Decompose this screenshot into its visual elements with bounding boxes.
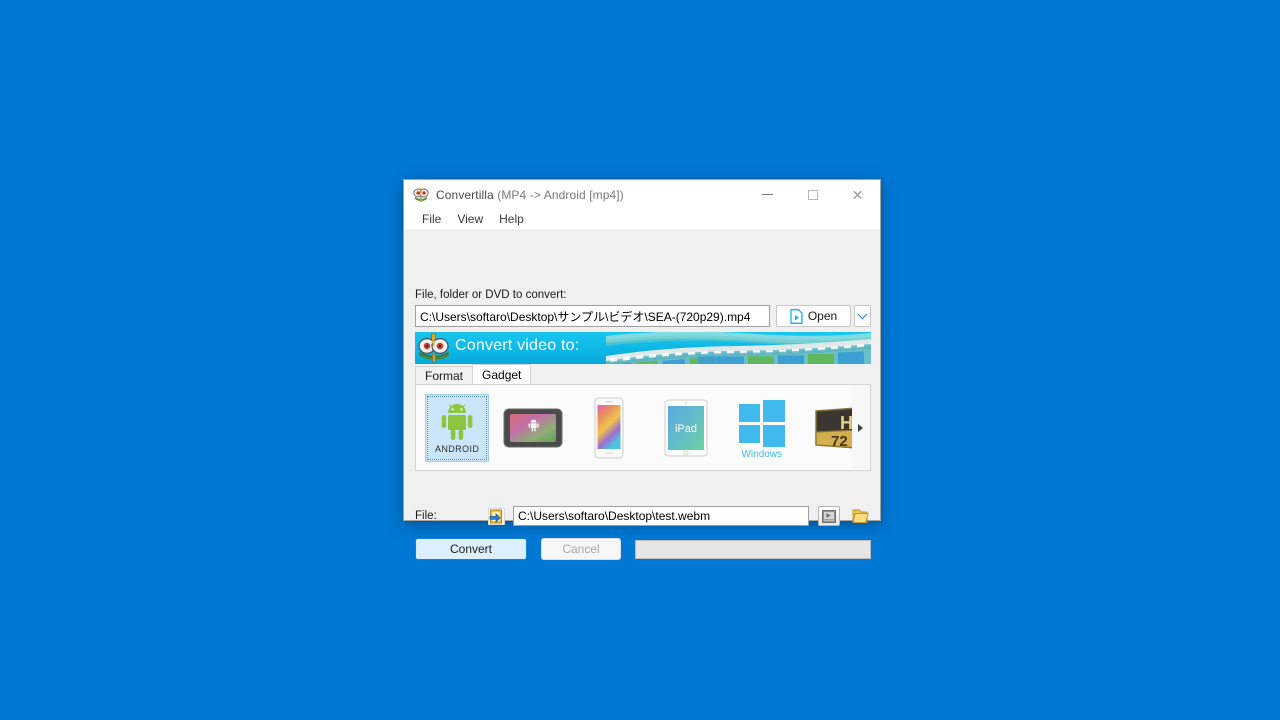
chevron-down-icon (857, 308, 868, 319)
source-path-input[interactable]: C:\Users\softaro\Desktop\サンプル\ビデオ\SEA-(7… (415, 305, 770, 327)
video-file-icon (790, 308, 803, 324)
action-row: Convert Cancel (415, 538, 871, 560)
preview-play-icon (822, 509, 836, 523)
banner-projector-icon (418, 333, 450, 363)
app-icon (413, 187, 429, 203)
gadget-list: ANDROID iPad Windows H 72 (416, 385, 870, 470)
windows-logo-icon (738, 399, 785, 447)
svg-text:72: 72 (831, 433, 848, 450)
menu-item-view[interactable]: View (449, 211, 491, 228)
open-button-label: Open (807, 309, 838, 323)
open-folder-icon (852, 509, 869, 523)
menu-item-file[interactable]: File (414, 211, 449, 228)
preview-button[interactable] (818, 506, 840, 526)
target-tabs: Format Gadget (415, 364, 871, 385)
tab-format[interactable]: Format (415, 366, 474, 384)
minimize-button[interactable] (745, 180, 790, 209)
gadget-item-smartphone[interactable] (577, 394, 641, 462)
close-button[interactable]: ✕ (835, 180, 880, 209)
open-button[interactable]: Open (776, 305, 851, 327)
minimize-icon (762, 194, 773, 195)
gadget-caption-windows: Windows (741, 448, 783, 460)
gadget-caption-android: ANDROID (434, 443, 480, 454)
window-controls: ✕ (745, 180, 880, 209)
arrow-right-icon (858, 423, 863, 432)
source-path-row: C:\Users\softaro\Desktop\サンプル\ビデオ\SEA-(7… (415, 305, 871, 327)
convert-banner: Convert video to: (415, 332, 871, 364)
browse-folder-button[interactable] (851, 506, 871, 526)
window-title-detail: (MP4 -> Android [mp4]) (497, 187, 624, 202)
menubar: File View Help (404, 209, 880, 229)
gadget-item-android-tablet[interactable] (501, 394, 565, 462)
convertilla-window: Convertilla (MP4 -> Android [mp4]) ✕ Fil… (403, 179, 881, 560)
gadget-item-windows[interactable]: Windows (730, 394, 794, 462)
window-title: Convertilla (MP4 -> Android [mp4]) (436, 188, 624, 202)
android-robot-icon (441, 403, 473, 440)
export-file-icon[interactable] (487, 507, 505, 525)
svg-text:iPad: iPad (675, 423, 697, 435)
gadget-item-android[interactable]: ANDROID (425, 393, 490, 462)
maximize-button[interactable] (790, 180, 835, 209)
source-field-label: File, folder or DVD to convert: (415, 289, 567, 301)
gadget-panel: ANDROID iPad Windows H 72 (415, 385, 871, 471)
window-client-area: File, folder or DVD to convert: C:\Users… (404, 229, 880, 560)
cancel-button: Cancel (541, 538, 621, 560)
gadget-item-ipad[interactable]: iPad (654, 394, 718, 462)
smartphone-icon (594, 397, 624, 458)
close-icon: ✕ (851, 186, 864, 203)
open-dropdown-button[interactable] (854, 305, 871, 327)
window-title-app: Convertilla (436, 187, 494, 202)
output-path-input[interactable]: C:\Users\softaro\Desktop\test.webm (513, 506, 809, 526)
menu-item-help[interactable]: Help (491, 211, 532, 228)
progress-bar (635, 539, 871, 559)
maximize-icon (807, 189, 818, 200)
banner-title: Convert video to: (455, 337, 580, 354)
convert-button[interactable]: Convert (415, 538, 527, 560)
filmstrip-graphic (606, 332, 871, 364)
svg-text:H: H (840, 413, 853, 433)
gadget-scroll-right-button[interactable] (852, 386, 869, 469)
output-file-label: File: (415, 510, 437, 522)
output-file-row: File: C:\Users\softaro\Desktop\test.webm (415, 505, 871, 527)
titlebar: Convertilla (MP4 -> Android [mp4]) ✕ (404, 180, 880, 209)
ipad-icon: iPad (664, 399, 708, 456)
android-tablet-icon (503, 408, 563, 447)
tab-gadget[interactable]: Gadget (472, 364, 532, 384)
